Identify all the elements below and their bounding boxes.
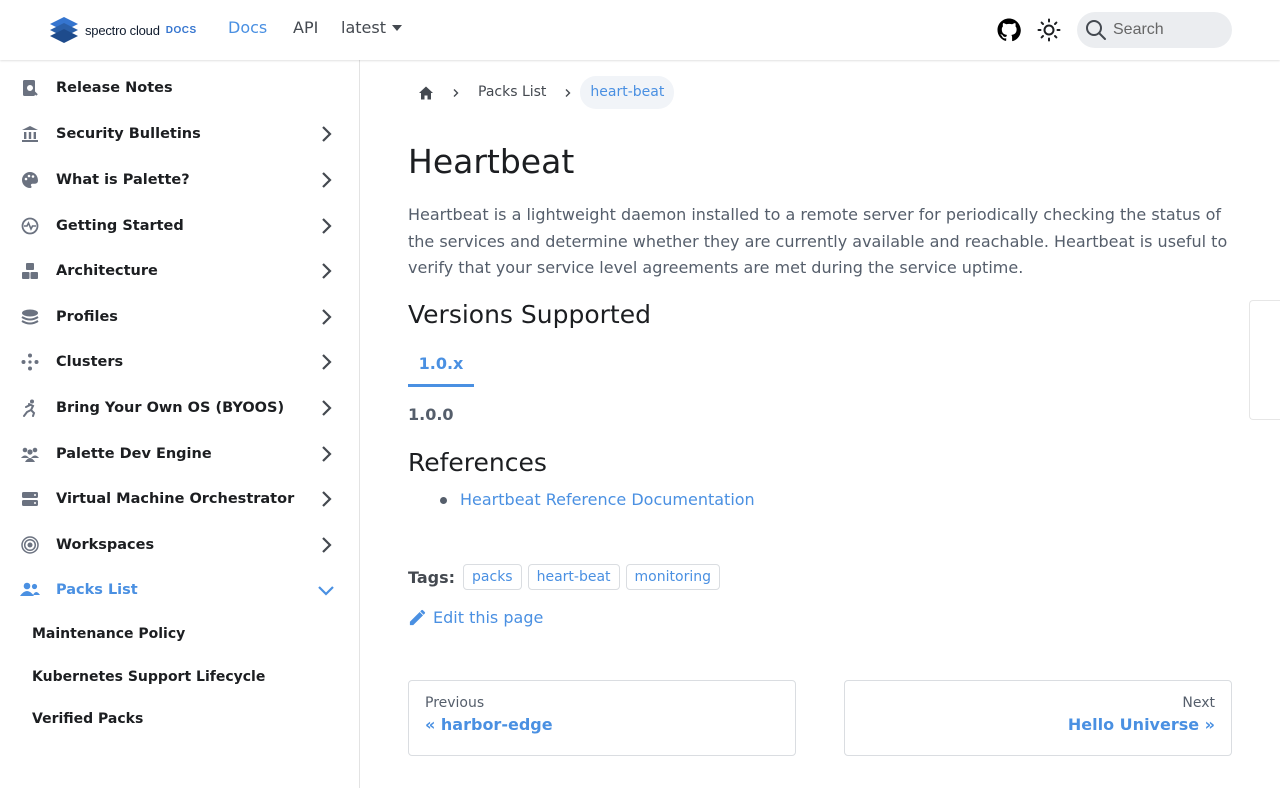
pager-next-label: Hello Universe » bbox=[1067, 715, 1215, 734]
sidebar-item-release-notes[interactable]: Release Notes bbox=[20, 70, 350, 106]
tag-monitoring[interactable]: monitoring bbox=[625, 564, 720, 590]
chevron-right-icon bbox=[446, 76, 466, 109]
clusters-icon bbox=[20, 352, 40, 372]
sidebar-item-packs-list[interactable]: Packs List bbox=[20, 572, 350, 608]
sidebar-item-workspaces[interactable]: Workspaces bbox=[20, 527, 350, 563]
users-icon bbox=[20, 444, 40, 464]
heartbeat-reference-link[interactable]: Heartbeat Reference Documentation bbox=[460, 490, 755, 509]
github-icon[interactable] bbox=[997, 18, 1021, 42]
pager-previous-sublabel: Previous bbox=[425, 695, 485, 711]
sidebar-item-architecture[interactable]: Architecture bbox=[20, 253, 350, 289]
home-icon[interactable] bbox=[408, 76, 444, 109]
sidebar-item-byoos[interactable]: Bring Your Own OS (BYOOS) bbox=[20, 390, 350, 426]
sidebar-item-label: Architecture bbox=[56, 263, 158, 279]
sidebar-item-getting-started[interactable]: Getting Started bbox=[20, 208, 350, 244]
layers-icon bbox=[20, 307, 40, 327]
nav-docs-link[interactable]: Docs bbox=[228, 18, 267, 37]
intro-paragraph: Heartbeat is a lightweight daemon instal… bbox=[408, 205, 1228, 277]
user-group-icon bbox=[20, 580, 40, 600]
chevron-right-icon[interactable] bbox=[316, 124, 336, 144]
nav-api-link[interactable]: API bbox=[293, 18, 318, 37]
previous-page-link[interactable]: Previous « harbor-edge bbox=[408, 680, 796, 756]
chevron-right-icon[interactable] bbox=[316, 261, 336, 281]
top-navbar: spectro cloud DOCS Docs API latest bbox=[0, 0, 1280, 60]
spectro-cloud-logo[interactable]: spectro cloud DOCS bbox=[48, 16, 197, 44]
chevron-right-icon[interactable] bbox=[316, 170, 336, 190]
sidebar-item-palette-dev-engine[interactable]: Palette Dev Engine bbox=[20, 436, 350, 472]
sidebar: Release Notes Security Bulletins What is… bbox=[0, 60, 360, 788]
pager-previous-label: « harbor-edge bbox=[425, 715, 553, 734]
heartbeat-icon bbox=[20, 216, 40, 236]
person-running-icon bbox=[20, 398, 40, 418]
search-icon bbox=[1086, 20, 1106, 40]
chevron-right-icon[interactable] bbox=[316, 489, 336, 509]
floating-side-panel[interactable] bbox=[1249, 300, 1280, 420]
bank-icon bbox=[20, 124, 40, 144]
spectro-cloud-logo-mark-icon bbox=[50, 17, 78, 43]
logo-docs-label: DOCS bbox=[165, 24, 197, 36]
version-label: latest bbox=[341, 18, 386, 37]
chevron-down-icon[interactable] bbox=[316, 580, 336, 600]
cubes-icon bbox=[20, 261, 40, 281]
list-bullet bbox=[440, 497, 447, 504]
sidebar-item-profiles[interactable]: Profiles bbox=[20, 299, 350, 335]
versions-heading: Versions Supported bbox=[408, 300, 651, 329]
edit-label: Edit this page bbox=[433, 608, 544, 627]
pencil-icon bbox=[409, 609, 426, 626]
chevron-right-icon[interactable] bbox=[316, 535, 336, 555]
sidebar-item-label: Release Notes bbox=[56, 80, 173, 96]
sidebar-item-label: Packs List bbox=[56, 582, 138, 598]
tag-packs[interactable]: packs bbox=[463, 564, 522, 590]
chevron-right-icon[interactable] bbox=[316, 398, 336, 418]
sidebar-item-label: Palette Dev Engine bbox=[56, 446, 212, 462]
sidebar-item-what-is-palette[interactable]: What is Palette? bbox=[20, 162, 350, 198]
target-icon bbox=[20, 535, 40, 555]
sidebar-item-clusters[interactable]: Clusters bbox=[20, 344, 350, 380]
chevron-right-icon[interactable] bbox=[316, 307, 336, 327]
breadcrumb: Packs List heart-beat bbox=[408, 76, 675, 109]
sidebar-item-label: Virtual Machine Orchestrator bbox=[56, 491, 295, 507]
caret-down-icon bbox=[391, 25, 402, 31]
next-page-link[interactable]: Next Hello Universe » bbox=[844, 680, 1232, 756]
tag-heart-beat[interactable]: heart-beat bbox=[527, 564, 620, 590]
tab-1-0-x[interactable]: 1.0.x bbox=[408, 342, 474, 387]
palette-icon bbox=[20, 170, 40, 190]
breadcrumb-heart-beat: heart-beat bbox=[580, 76, 675, 109]
search-input[interactable] bbox=[1113, 21, 1223, 39]
edit-this-page-link[interactable]: Edit this page bbox=[408, 608, 543, 627]
sidebar-item-label: Getting Started bbox=[56, 218, 184, 234]
breadcrumb-packs-list[interactable]: Packs List bbox=[468, 76, 556, 109]
tags-label: Tags: bbox=[408, 567, 456, 587]
sidebar-subitem-maintenance-policy[interactable]: Maintenance Policy bbox=[32, 626, 185, 642]
logo-text: spectro cloud bbox=[85, 22, 160, 38]
sidebar-item-label: Bring Your Own OS (BYOOS) bbox=[56, 400, 285, 416]
references-heading: References bbox=[408, 448, 547, 477]
search-box[interactable] bbox=[1077, 12, 1232, 48]
page-title: Heartbeat bbox=[408, 142, 575, 181]
version-label: 1.0.0 bbox=[408, 405, 454, 424]
sidebar-item-label: Profiles bbox=[56, 309, 118, 325]
sun-icon[interactable] bbox=[1037, 18, 1061, 42]
chevron-right-icon bbox=[558, 76, 578, 109]
sidebar-item-label: Clusters bbox=[56, 354, 124, 370]
version-dropdown[interactable]: latest bbox=[341, 18, 402, 37]
sidebar-item-security-bulletins[interactable]: Security Bulletins bbox=[20, 116, 350, 152]
sidebar-item-virtual-machine-orchestrator[interactable]: Virtual Machine Orchestrator bbox=[20, 481, 350, 517]
chevron-right-icon[interactable] bbox=[316, 216, 336, 236]
sidebar-subitem-kubernetes-support-lifecycle[interactable]: Kubernetes Support Lifecycle bbox=[32, 669, 265, 685]
release-notes-icon bbox=[20, 78, 40, 98]
sidebar-item-label: What is Palette? bbox=[56, 172, 190, 188]
server-icon bbox=[20, 489, 40, 509]
sidebar-item-label: Security Bulletins bbox=[56, 126, 201, 142]
chevron-right-icon[interactable] bbox=[316, 352, 336, 372]
sidebar-subitem-verified-packs[interactable]: Verified Packs bbox=[32, 711, 143, 727]
chevron-right-icon[interactable] bbox=[316, 444, 336, 464]
pager-next-sublabel: Next bbox=[1182, 695, 1215, 711]
tags-row: Tags: packs heart-beat monitoring bbox=[408, 562, 726, 592]
sidebar-item-label: Workspaces bbox=[56, 537, 155, 553]
